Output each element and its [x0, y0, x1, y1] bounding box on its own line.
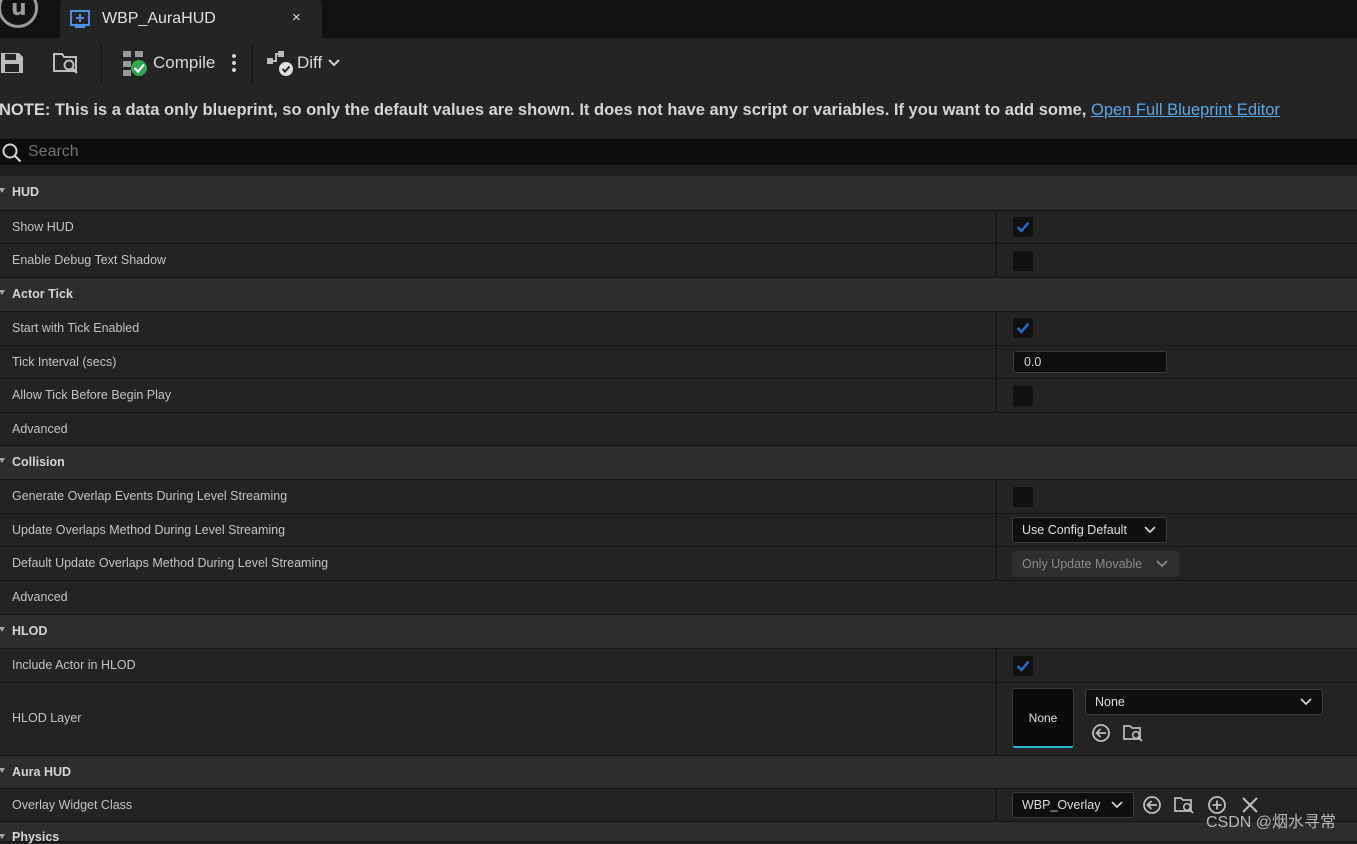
- chevron-down-icon: [1144, 526, 1156, 534]
- diff-button[interactable]: Diff: [266, 38, 340, 88]
- category-actor-tick[interactable]: Actor Tick: [0, 278, 1357, 312]
- compile-options-button[interactable]: [228, 38, 240, 88]
- property-label: Allow Tick Before Begin Play: [12, 388, 172, 402]
- generate-overlap-events-checkbox[interactable]: [1013, 487, 1033, 507]
- property-label: HLOD Layer: [12, 711, 82, 725]
- collapse-arrow-icon: [0, 834, 5, 839]
- dropdown-value: Use Config Default: [1022, 523, 1127, 537]
- default-update-overlaps-method-dropdown: Only Update Movable: [1012, 551, 1179, 577]
- category-label: Actor Tick: [12, 287, 73, 301]
- category-collision[interactable]: Collision: [0, 446, 1357, 480]
- include-actor-in-hlod-checkbox[interactable]: [1013, 656, 1033, 676]
- advanced-label: Advanced: [12, 422, 68, 436]
- checkmark-icon: [1016, 221, 1030, 233]
- category-label: HUD: [12, 185, 40, 199]
- property-row-update-overlaps-method: Update Overlaps Method During Level Stre…: [0, 514, 1357, 547]
- property-row-enable-debug-text-shadow: Enable Debug Text Shadow: [0, 244, 1357, 278]
- dropdown-value: WBP_Overlay: [1022, 798, 1101, 812]
- category-label: Aura HUD: [12, 765, 72, 779]
- property-row-allow-tick-before-begin-play: Allow Tick Before Begin Play: [0, 379, 1357, 413]
- property-label: Enable Debug Text Shadow: [12, 253, 167, 267]
- save-button[interactable]: [0, 38, 24, 88]
- property-label: Default Update Overlaps Method During Le…: [12, 556, 329, 570]
- browse-asset-icon[interactable]: [1122, 722, 1144, 747]
- use-selected-asset-icon[interactable]: [1142, 795, 1162, 818]
- property-row-tick-interval: Tick Interval (secs) 0.0: [0, 346, 1357, 379]
- search-input[interactable]: [28, 141, 628, 163]
- search-bar: [0, 139, 1357, 165]
- property-label: Update Overlaps Method During Level Stre…: [12, 523, 286, 537]
- dropdown-value: Only Update Movable: [1022, 557, 1143, 571]
- diff-label: Diff: [297, 53, 323, 72]
- chevron-down-icon: [328, 59, 340, 67]
- collapse-arrow-icon: [0, 188, 5, 193]
- update-overlaps-method-dropdown[interactable]: Use Config Default: [1012, 517, 1167, 543]
- property-row-start-with-tick-enabled: Start with Tick Enabled: [0, 312, 1357, 346]
- more-vertical-icon: [232, 54, 236, 72]
- tab-title: WBP_AuraHUD: [102, 10, 216, 27]
- save-icon: [1, 53, 23, 73]
- folder-search-icon: [53, 53, 78, 74]
- collapse-arrow-icon: [0, 458, 5, 463]
- browse-button[interactable]: [52, 38, 80, 88]
- property-row-hlod-layer: HLOD Layer None None: [0, 683, 1357, 756]
- diff-icon: [267, 51, 293, 76]
- watermark: CSDN @烟水寻常: [1206, 814, 1337, 831]
- use-selected-asset-icon[interactable]: [1091, 723, 1111, 746]
- category-label: Physics: [12, 830, 60, 844]
- tab-wbp-aurahud[interactable]: WBP_AuraHUD ×: [60, 0, 322, 38]
- chevron-down-icon: [1300, 698, 1312, 706]
- note-text: NOTE: This is a data only blueprint, so …: [0, 101, 1091, 119]
- collapse-arrow-icon: [0, 290, 5, 295]
- compile-button[interactable]: Compile: [121, 38, 215, 88]
- category-label: Collision: [12, 455, 65, 469]
- dropdown-value: None: [1095, 695, 1125, 709]
- category-label: HLOD: [12, 624, 48, 638]
- advanced-expander[interactable]: Advanced: [0, 581, 1357, 615]
- chevron-down-icon: [1111, 801, 1123, 809]
- show-hud-checkbox[interactable]: [1013, 217, 1033, 237]
- hlod-layer-dropdown[interactable]: None: [1085, 689, 1323, 715]
- property-label: Generate Overlap Events During Level Str…: [12, 489, 288, 503]
- property-row-overlay-widget-class: Overlay Widget Class WBP_Overlay: [0, 789, 1357, 822]
- category-hud[interactable]: HUD: [0, 176, 1357, 211]
- chevron-down-icon: [1156, 560, 1168, 568]
- property-label: Include Actor in HLOD: [12, 658, 136, 672]
- advanced-label: Advanced: [12, 590, 68, 604]
- enable-debug-text-shadow-checkbox[interactable]: [1013, 251, 1033, 271]
- widget-blueprint-icon: [70, 9, 90, 32]
- toolbar: Compile Diff: [0, 38, 1357, 88]
- close-icon[interactable]: ×: [292, 9, 301, 26]
- category-physics[interactable]: Physics: [0, 822, 1357, 844]
- start-with-tick-enabled-checkbox[interactable]: [1013, 318, 1033, 338]
- tab-bar: WBP_AuraHUD ×: [0, 0, 1357, 38]
- property-label: Start with Tick Enabled: [12, 321, 140, 335]
- checkmark-icon: [1016, 322, 1030, 334]
- property-row-show-hud: Show HUD: [0, 211, 1357, 244]
- browse-asset-icon[interactable]: [1173, 794, 1195, 819]
- overlay-widget-class-dropdown[interactable]: WBP_Overlay: [1012, 792, 1134, 818]
- unreal-logo-icon[interactable]: [0, 0, 38, 28]
- collapse-arrow-icon: [0, 627, 5, 632]
- advanced-expander[interactable]: Advanced: [0, 413, 1357, 446]
- open-full-blueprint-editor-link[interactable]: Open Full Blueprint Editor: [1091, 101, 1280, 119]
- property-row-include-actor-in-hlod: Include Actor in HLOD: [0, 649, 1357, 683]
- asset-thumbnail[interactable]: None: [1012, 688, 1074, 748]
- compile-icon: [123, 51, 147, 76]
- allow-tick-before-begin-play-checkbox[interactable]: [1013, 386, 1033, 406]
- property-label: Show HUD: [12, 220, 74, 234]
- category-aura-hud[interactable]: Aura HUD: [0, 756, 1357, 789]
- property-label: Overlay Widget Class: [12, 798, 133, 812]
- checkmark-icon: [1016, 660, 1030, 672]
- collapse-arrow-icon: [0, 768, 5, 773]
- compile-label: Compile: [153, 53, 216, 72]
- data-only-note: NOTE: This is a data only blueprint, so …: [0, 88, 1357, 138]
- category-hlod[interactable]: HLOD: [0, 615, 1357, 649]
- property-row-generate-overlap-events: Generate Overlap Events During Level Str…: [0, 480, 1357, 514]
- property-row-default-update-overlaps-method: Default Update Overlaps Method During Le…: [0, 547, 1357, 581]
- property-label: Tick Interval (secs): [12, 355, 117, 369]
- search-icon: [2, 143, 22, 166]
- tick-interval-input[interactable]: 0.0: [1013, 351, 1167, 373]
